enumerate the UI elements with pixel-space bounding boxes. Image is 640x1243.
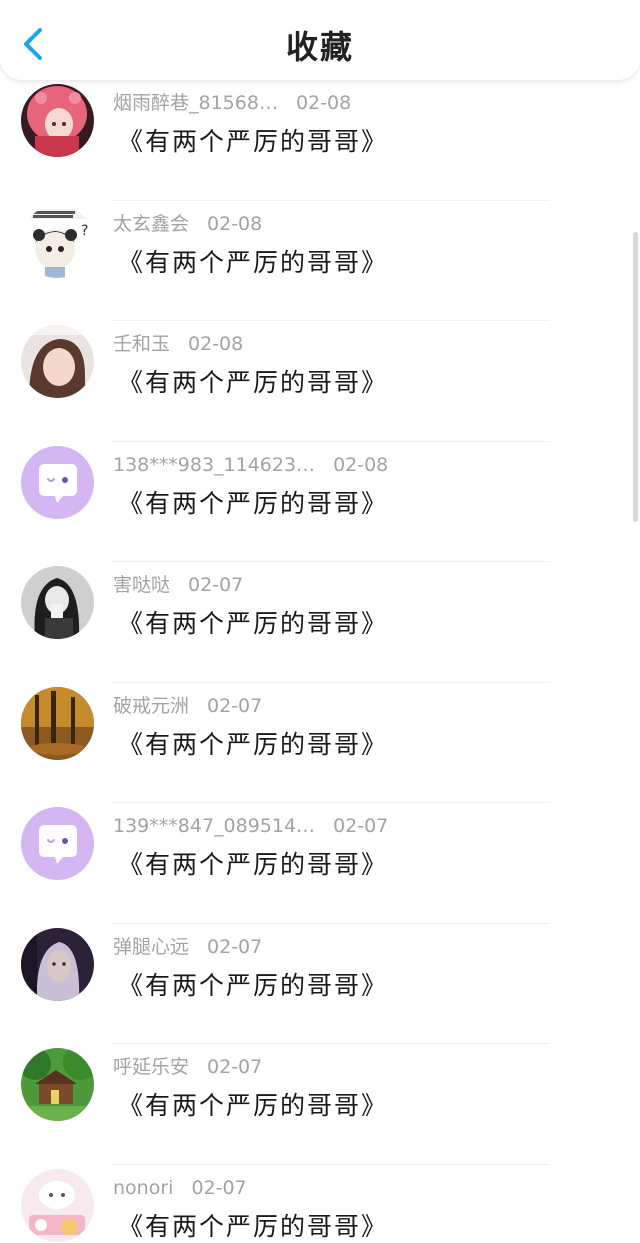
item-title[interactable]: 《有两个严厉的哥哥》 [118,606,388,642]
list-item[interactable]: nonori 02-07 《有两个严厉的哥哥》 [0,1165,640,1243]
item-meta: 破戒元洲 02-07 [113,693,262,719]
page-title: 收藏 [285,28,354,66]
avatar[interactable] [21,84,94,157]
username[interactable]: 太玄鑫会 [113,213,189,235]
favorites-page: 收藏 烟雨醉巷_81568… 02-08 《有两个严厉的哥哥》 ? 太玄鑫会 0… [0,0,640,1243]
item-title[interactable]: 《有两个严厉的哥哥》 [118,727,388,763]
svg-text:?: ? [81,223,88,239]
username[interactable]: 壬和玉 [113,333,170,355]
list-item[interactable]: 烟雨醉巷_81568… 02-08 《有两个严厉的哥哥》 [0,80,640,201]
item-meta: 太玄鑫会 02-08 [113,211,262,237]
date: 02-08 [333,453,389,476]
list-item[interactable]: 害哒哒 02-07 《有两个严厉的哥哥》 [0,562,640,683]
date: 02-07 [207,694,263,717]
item-meta: 害哒哒 02-07 [113,572,243,598]
item-meta: 138***983_114623… 02-08 [113,452,388,478]
date: 02-08 [207,212,263,235]
item-title[interactable]: 《有两个严厉的哥哥》 [118,968,388,1004]
avatar[interactable] [21,807,94,880]
date: 02-07 [207,1056,263,1078]
item-meta: 呼延乐安 02-07 [113,1054,262,1080]
list-item[interactable]: 139***847_089514… 02-07 《有两个严厉的哥哥》 [0,803,640,924]
item-title[interactable]: 《有两个严厉的哥哥》 [118,365,388,401]
item-meta: 弹腿心远 02-07 [113,934,262,960]
favorites-list: 烟雨醉巷_81568… 02-08 《有两个严厉的哥哥》 ? 太玄鑫会 02-0… [0,80,640,1243]
username[interactable]: 呼延乐安 [113,1056,189,1078]
date: 02-08 [188,333,244,355]
header-bar: 收藏 [0,0,640,80]
username[interactable]: 弹腿心远 [113,936,189,958]
avatar[interactable]: ? [21,204,94,278]
item-title[interactable]: 《有两个严厉的哥哥》 [118,1088,388,1124]
username[interactable]: 害哒哒 [113,574,170,596]
date: 02-08 [295,92,352,114]
list-item[interactable]: 壬和玉 02-08 《有两个严厉的哥哥》 [0,321,640,442]
item-meta: 壬和玉 02-08 [113,331,243,357]
username[interactable]: 138***983_114623… [113,454,315,476]
list-item[interactable]: 呼延乐安 02-07 《有两个严厉的哥哥》 [0,1044,640,1165]
item-meta: nonori 02-07 [113,1175,247,1201]
avatar[interactable] [21,445,94,519]
username[interactable]: 破戒元洲 [113,695,189,717]
avatar[interactable] [21,1048,94,1121]
item-meta: 139***847_089514… 02-07 [113,813,388,839]
avatar[interactable] [21,566,94,639]
username[interactable]: nonori [113,1177,173,1199]
item-title[interactable]: 《有两个严厉的哥哥》 [118,124,388,160]
date: 02-07 [191,1176,247,1199]
username[interactable]: 烟雨醉巷_81568… [113,92,278,114]
avatar[interactable] [21,927,94,1001]
avatar[interactable] [21,686,94,760]
item-title[interactable]: 《有两个严厉的哥哥》 [118,847,388,883]
list-item[interactable]: ? 太玄鑫会 02-08 《有两个严厉的哥哥》 [0,201,640,321]
item-title[interactable]: 《有两个严厉的哥哥》 [118,486,388,522]
item-meta: 烟雨醉巷_81568… 02-08 [113,90,351,116]
item-title[interactable]: 《有两个严厉的哥哥》 [118,245,388,281]
date: 02-07 [188,574,244,596]
chat-bubble-icon [21,445,94,519]
avatar[interactable] [21,325,94,398]
avatar[interactable] [21,1168,94,1242]
item-title[interactable]: 《有两个严厉的哥哥》 [118,1209,388,1243]
date: 02-07 [207,935,263,958]
list-item[interactable]: 破戒元洲 02-07 《有两个严厉的哥哥》 [0,683,640,803]
list-item[interactable]: 138***983_114623… 02-08 《有两个严厉的哥哥》 [0,442,640,562]
list-item[interactable]: 弹腿心远 02-07 《有两个严厉的哥哥》 [0,924,640,1044]
date: 02-07 [333,815,389,837]
username[interactable]: 139***847_089514… [113,815,315,837]
chat-bubble-icon [21,807,94,880]
